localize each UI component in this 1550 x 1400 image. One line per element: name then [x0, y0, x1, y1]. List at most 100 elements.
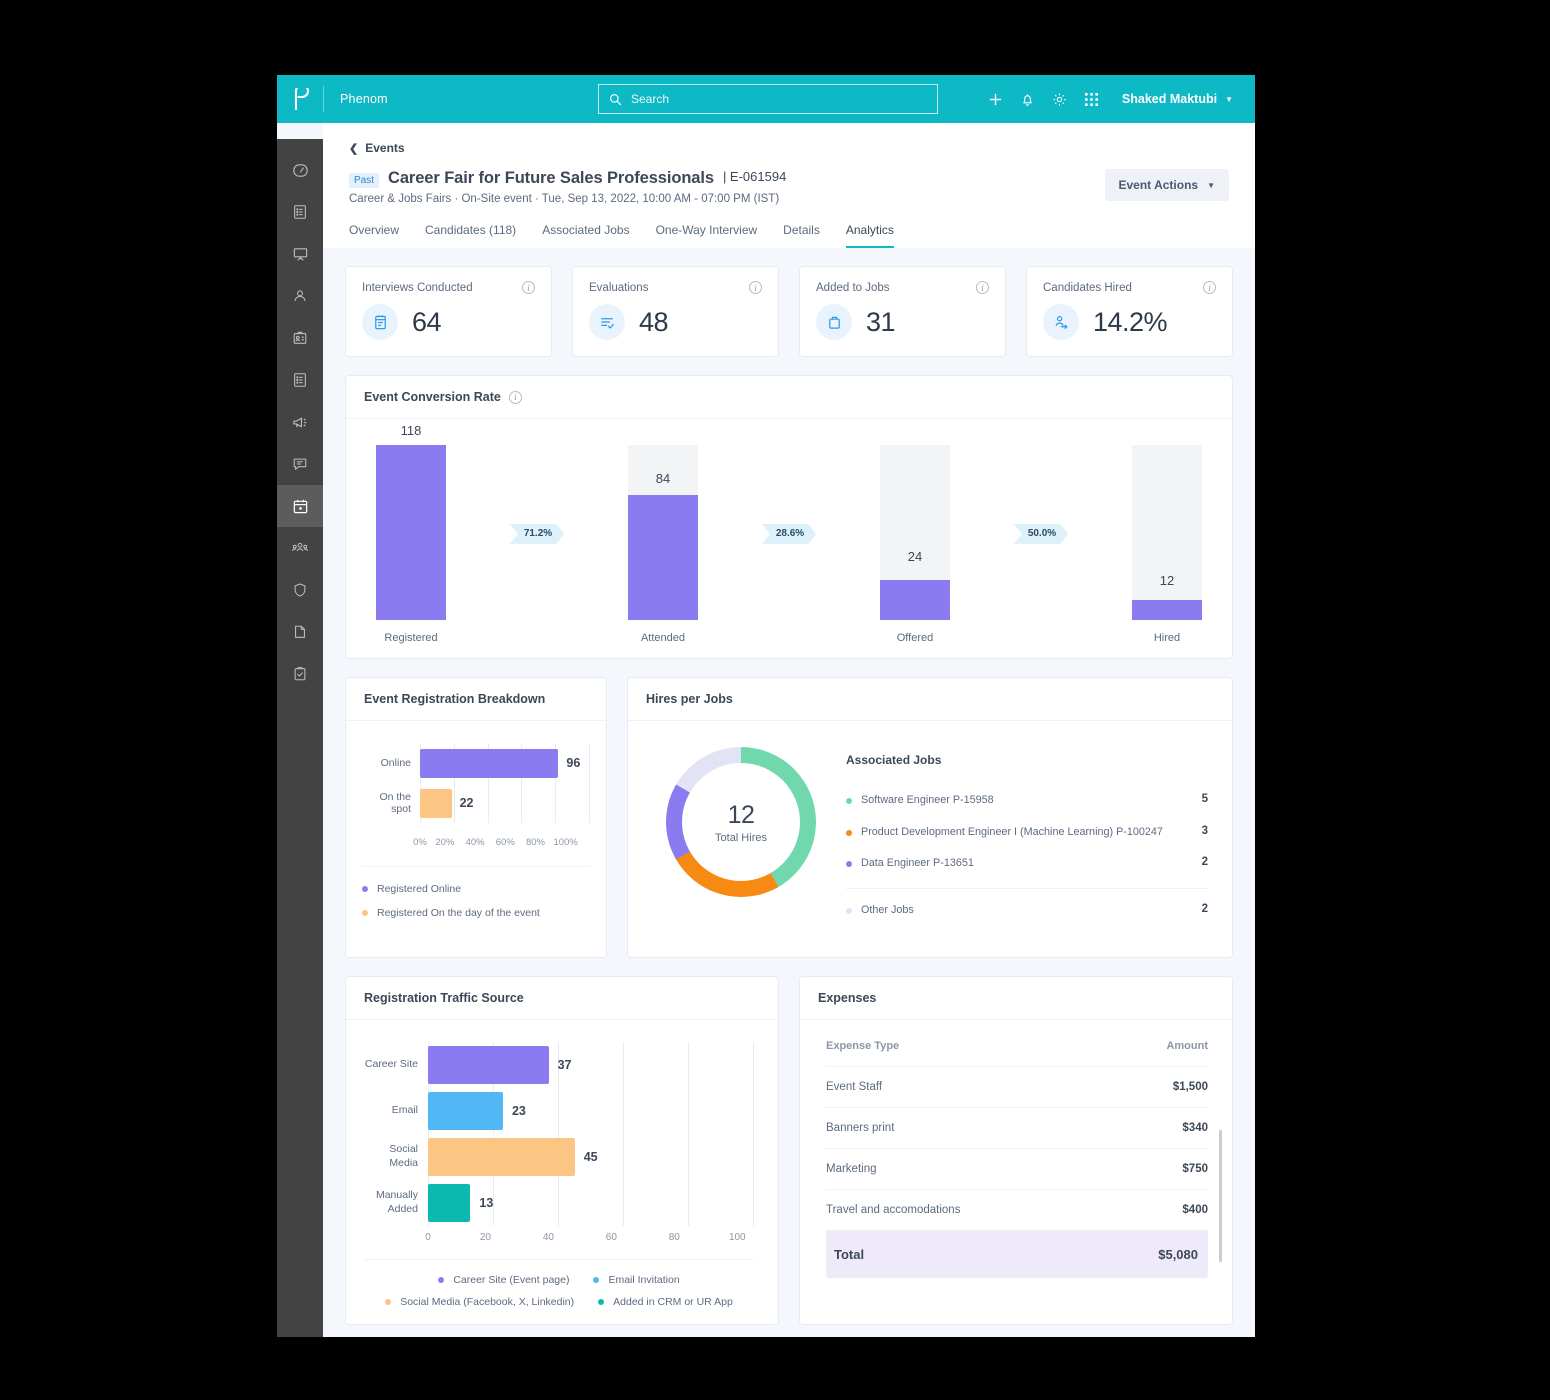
traffic-row-social-media: Social Media 45: [364, 1134, 754, 1180]
id-badge-icon: [293, 331, 307, 344]
sidebar-item-lists[interactable]: [277, 191, 323, 233]
sidebar-item-dashboard[interactable]: [277, 149, 323, 191]
user-menu-label[interactable]: Shaked Maktubi: [1122, 92, 1217, 106]
legend-dot-icon: [362, 910, 368, 916]
legend-label: Registered On the day of the event: [377, 907, 540, 919]
sidebar-item-presentations[interactable]: [277, 233, 323, 275]
kpi-row: Interviews Conducted i 64 Evaluations i …: [345, 266, 1233, 357]
tab-candidates[interactable]: Candidates (118): [425, 223, 516, 248]
plus-icon[interactable]: [980, 83, 1012, 115]
info-icon[interactable]: i: [976, 281, 989, 294]
logo-divider: [323, 86, 324, 112]
expense-amount: $400: [1087, 1189, 1208, 1231]
list-check-icon: [589, 304, 625, 340]
row-value: 23: [511, 1103, 526, 1118]
info-icon[interactable]: i: [508, 390, 522, 404]
x-tick: 80: [668, 1231, 680, 1243]
breadcrumb[interactable]: ❮ Events: [349, 141, 1229, 155]
people-group-icon: [291, 542, 309, 552]
person-icon: [294, 290, 306, 301]
bar-category: Offered: [896, 632, 934, 644]
legend-label: Added in CRM or UR App: [613, 1295, 733, 1308]
legend-label: Email Invitation: [608, 1273, 680, 1286]
sidebar-item-security[interactable]: [277, 569, 323, 611]
bar-category: Registered: [384, 632, 438, 644]
sidebar-item-campaigns[interactable]: [277, 401, 323, 443]
expense-type: Banners print: [826, 1107, 1088, 1149]
file-icon: [295, 625, 305, 638]
phenom-logo-icon[interactable]: [277, 88, 323, 110]
bar-value: 118: [400, 423, 422, 438]
legend-item: Social Media (Facebook, X, Linkedin): [385, 1296, 574, 1308]
job-legend-item: Data Engineer P-13651 2: [846, 856, 1208, 872]
row-label: Email: [391, 1104, 418, 1116]
info-icon[interactable]: i: [1203, 281, 1216, 294]
row-value: 37: [557, 1057, 572, 1072]
expense-amount: $340: [1087, 1107, 1208, 1149]
card-title: Event Registration Breakdown: [364, 692, 546, 706]
event-id: | E-061594: [722, 169, 787, 184]
row-label: On the spot: [379, 791, 411, 815]
info-icon[interactable]: i: [522, 281, 535, 294]
phenom-logo-glyph: [294, 88, 309, 110]
funnel-connector-1: 71.2%: [446, 524, 628, 644]
left-sidebar: [277, 123, 323, 1337]
sidebar-item-badges[interactable]: [277, 317, 323, 359]
sidebar-item-candidates[interactable]: [277, 275, 323, 317]
speedometer-icon: [292, 163, 308, 177]
list-card-icon: [294, 205, 306, 219]
info-icon[interactable]: i: [749, 281, 762, 294]
kpi-label: Interviews Conducted: [362, 281, 473, 294]
chevron-down-icon[interactable]: ▼: [1225, 95, 1233, 104]
expenses-card: Expenses Expense Type Amount Event Staff…: [799, 975, 1233, 1325]
funnel-bar-attended: 84 Attended: [628, 445, 698, 644]
presentation-icon: [293, 247, 307, 261]
tab-one-way-interview[interactable]: One-Way Interview: [656, 223, 758, 248]
tab-details[interactable]: Details: [783, 223, 820, 248]
table-row: Marketing $750: [826, 1148, 1208, 1190]
x-axis-ticks: 0 20 40 60 80 100: [425, 1231, 754, 1243]
clipboard-check-icon: [294, 667, 306, 681]
tab-analytics[interactable]: Analytics: [845, 223, 894, 248]
event-registration-breakdown-card: Event Registration Breakdown Online 96 O…: [345, 677, 607, 958]
sidebar-item-events[interactable]: [277, 485, 323, 527]
sidebar-item-tasks[interactable]: [277, 653, 323, 695]
total-label: Total: [826, 1230, 1088, 1278]
bar-value: 84: [655, 471, 671, 486]
legend-label: Registered Online: [377, 883, 462, 895]
sidebar-item-teams[interactable]: [277, 527, 323, 569]
sidebar-item-documents[interactable]: [277, 611, 323, 653]
page-header: ❮ Events Past Career Fair for Future Sal…: [323, 123, 1255, 248]
legend-divider: [846, 887, 1208, 889]
x-tick: 80%: [525, 837, 545, 848]
kpi-value: 14.2%: [1093, 306, 1168, 337]
apps-grid-icon[interactable]: [1076, 83, 1108, 115]
tab-associated-jobs[interactable]: Associated Jobs: [542, 223, 629, 248]
chat-icon: [293, 458, 307, 470]
chevron-left-icon: ❮: [349, 142, 359, 155]
traffic-row-career-site: Career Site 37: [364, 1042, 754, 1088]
total-amount: $5,080: [1087, 1230, 1208, 1278]
chart-legend: Registered Online Registered On the day …: [362, 866, 590, 919]
expense-amount: $750: [1087, 1148, 1208, 1190]
calendar-icon: [293, 499, 307, 513]
bell-icon[interactable]: [1012, 83, 1044, 115]
sidebar-item-messages[interactable]: [277, 443, 323, 485]
legend-dot-icon: [846, 829, 852, 836]
page-title: Career Fair for Future Sales Professiona…: [388, 169, 714, 187]
sidebar-item-jobs[interactable]: [277, 359, 323, 401]
search-input[interactable]: Search: [598, 84, 938, 114]
expenses-table: Expense Type Amount Event Staff $1,500 B…: [826, 1039, 1208, 1278]
list-card-icon: [294, 373, 306, 387]
gear-icon[interactable]: [1044, 83, 1076, 115]
table-row: Banners print $340: [826, 1107, 1208, 1149]
tab-overview[interactable]: Overview: [349, 223, 399, 248]
row-label: Career Site: [364, 1058, 418, 1070]
card-title: Registration Traffic Source: [364, 990, 524, 1005]
event-actions-button[interactable]: Event Actions ▼: [1104, 169, 1229, 201]
screenshot-viewport: Phenom Search Shaked Maktubi ▼ ❮ Events …: [0, 0, 1550, 1400]
legend-dot-icon: [593, 1276, 600, 1283]
scrollbar-thumb[interactable]: [1219, 1129, 1222, 1262]
donut-caption: Total Hires: [715, 831, 767, 844]
top-navigation-bar: Phenom Search Shaked Maktubi ▼: [277, 75, 1255, 123]
